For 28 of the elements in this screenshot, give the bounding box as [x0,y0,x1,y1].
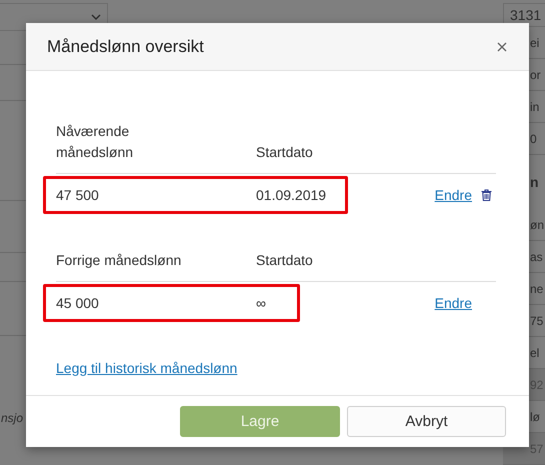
edit-link[interactable]: Endre [434,187,472,203]
start-date: 01.09.2019 [256,187,328,203]
dialog-title: Månedslønn oversikt [47,36,204,56]
label-text: nsjo [1,411,24,425]
trash-icon[interactable] [481,189,492,201]
column-header: Startdato [256,251,314,270]
label-text: lø [530,410,540,424]
label-text: 0 [530,132,537,146]
label-text: in [530,100,540,114]
close-icon[interactable] [497,42,507,52]
section-heading: n [530,174,539,190]
label-text: ei [530,36,540,50]
column-header: Startdato [256,143,314,162]
salary-amount: 47 500 [56,187,100,203]
label-text: 75 [530,314,544,328]
salary-amount: 45 000 [56,295,100,311]
add-history-link[interactable]: Legg til historisk månedslønn [56,360,238,376]
label-text: øn [530,218,544,232]
label-text: el [530,346,540,360]
chevron-down-icon [91,14,101,20]
edit-link[interactable]: Endre [434,295,472,311]
start-date: ∞ [256,295,267,311]
label-text: ne [530,282,544,296]
column-header: Forrige månedslønn [56,251,182,270]
label-text: or [530,68,541,82]
label-text: as [530,250,543,264]
column-header: Nåværende månedslønn [56,122,134,162]
cancel-button[interactable]: Avbryt [347,406,506,437]
